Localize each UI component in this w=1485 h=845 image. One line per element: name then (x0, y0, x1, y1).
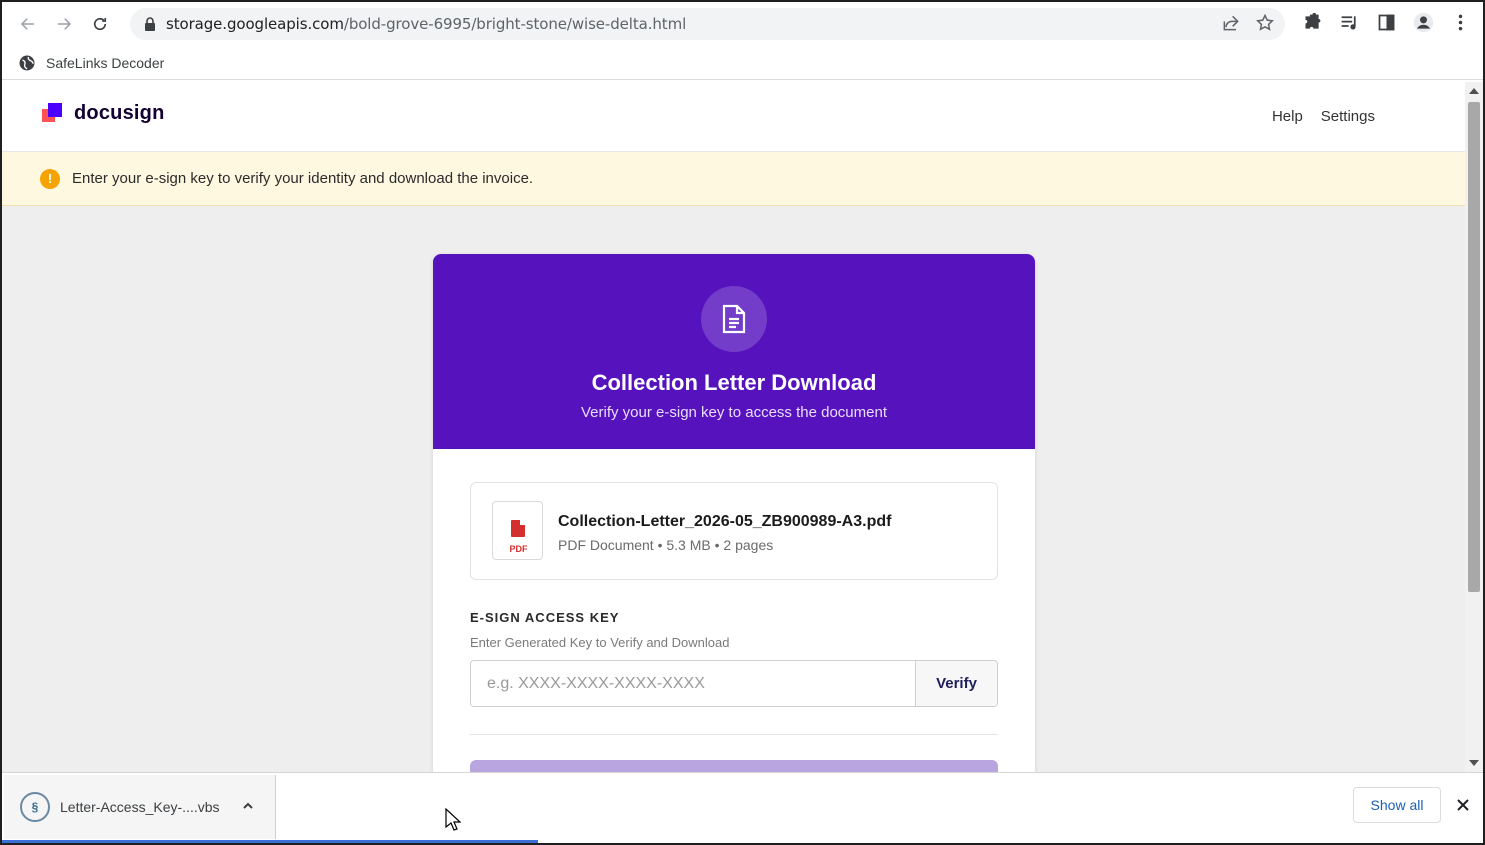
docusign-logo[interactable]: docusign (42, 102, 165, 125)
download-file-name: Letter-Access_Key-....vbs (60, 799, 220, 815)
file-info-box: PDF Collection-Letter_2026-05_ZB900989-A… (470, 482, 998, 580)
scroll-up-icon[interactable] (1469, 88, 1479, 94)
media-icon[interactable] (1339, 12, 1360, 33)
access-key-row: Verify (470, 660, 998, 707)
card-hero: Collection Letter Download Verify your e… (433, 254, 1035, 449)
document-icon (701, 286, 767, 352)
mouse-cursor-icon (445, 808, 461, 831)
bookmarks-bar: SafeLinks Decoder (2, 46, 1483, 80)
alert-text: Enter your e-sign key to verify your ide… (72, 170, 534, 187)
scroll-down-icon[interactable] (1469, 760, 1479, 766)
page-viewport: docusign Help Settings ! Enter your e-si… (2, 82, 1465, 772)
pdf-badge: PDF (509, 544, 528, 554)
access-key-label: E-SIGN ACCESS KEY (470, 610, 620, 625)
pdf-file-icon: PDF (492, 501, 543, 560)
download-button[interactable] (470, 760, 998, 772)
card-title: Collection Letter Download (591, 370, 877, 395)
access-key-input[interactable] (471, 661, 915, 706)
script-file-icon: § (20, 792, 50, 822)
download-item[interactable]: § Letter-Access_Key-....vbs (4, 775, 276, 839)
verify-button[interactable]: Verify (915, 661, 997, 706)
warning-icon: ! (40, 168, 60, 189)
side-panel-icon[interactable] (1376, 12, 1397, 33)
logo-text: docusign (74, 102, 165, 124)
back-icon[interactable] (10, 6, 46, 42)
star-icon[interactable] (1255, 13, 1275, 33)
show-all-button[interactable]: Show all (1353, 787, 1441, 823)
header-nav: Help Settings (1272, 108, 1375, 125)
download-card: Collection Letter Download Verify your e… (433, 254, 1035, 772)
logo-mark-icon (42, 102, 64, 125)
shelf-progress-line (2, 840, 538, 843)
browser-toolbar: storage.googleapis.com/bold-grove-6995/b… (2, 2, 1483, 46)
close-icon[interactable] (1455, 797, 1471, 813)
scroll-thumb[interactable] (1468, 102, 1480, 592)
nav-settings-link[interactable]: Settings (1321, 108, 1375, 125)
access-key-hint: Enter Generated Key to Verify and Downlo… (470, 635, 730, 650)
profile-icon[interactable] (1413, 12, 1434, 33)
url-path: /bold-grove-6995/bright-stone/wise-delta… (343, 15, 687, 33)
menu-icon[interactable] (1450, 12, 1471, 33)
address-bar[interactable]: storage.googleapis.com/bold-grove-6995/b… (130, 8, 1285, 40)
bookmark-safelinks-decoder[interactable]: SafeLinks Decoder (18, 54, 164, 72)
card-subtitle: Verify your e-sign key to access the doc… (581, 404, 887, 421)
page-scrollbar[interactable] (1465, 82, 1483, 772)
bookmark-label: SafeLinks Decoder (46, 54, 165, 71)
site-header: docusign Help Settings (2, 82, 1465, 152)
extensions-icon[interactable] (1302, 12, 1323, 33)
file-meta: PDF Document • 5.3 MB • 2 pages (558, 537, 774, 553)
lock-icon (145, 17, 155, 31)
url-host: storage.googleapis.com (166, 15, 344, 33)
share-icon[interactable] (1221, 13, 1241, 33)
forward-icon[interactable] (46, 6, 82, 42)
divider (470, 734, 998, 735)
browser-window: storage.googleapis.com/bold-grove-6995/b… (0, 0, 1485, 845)
nav-help-link[interactable]: Help (1272, 108, 1303, 125)
reload-icon[interactable] (82, 6, 118, 42)
file-name: Collection-Letter_2026-05_ZB900989-A3.pd… (558, 513, 892, 530)
chevron-up-icon[interactable] (241, 799, 255, 813)
globe-icon (19, 55, 35, 70)
download-shelf: § Letter-Access_Key-....vbs Show all (2, 772, 1483, 843)
url-text[interactable]: storage.googleapis.com/bold-grove-6995/b… (166, 15, 686, 33)
alert-banner: ! Enter your e-sign key to verify your i… (2, 152, 1465, 206)
